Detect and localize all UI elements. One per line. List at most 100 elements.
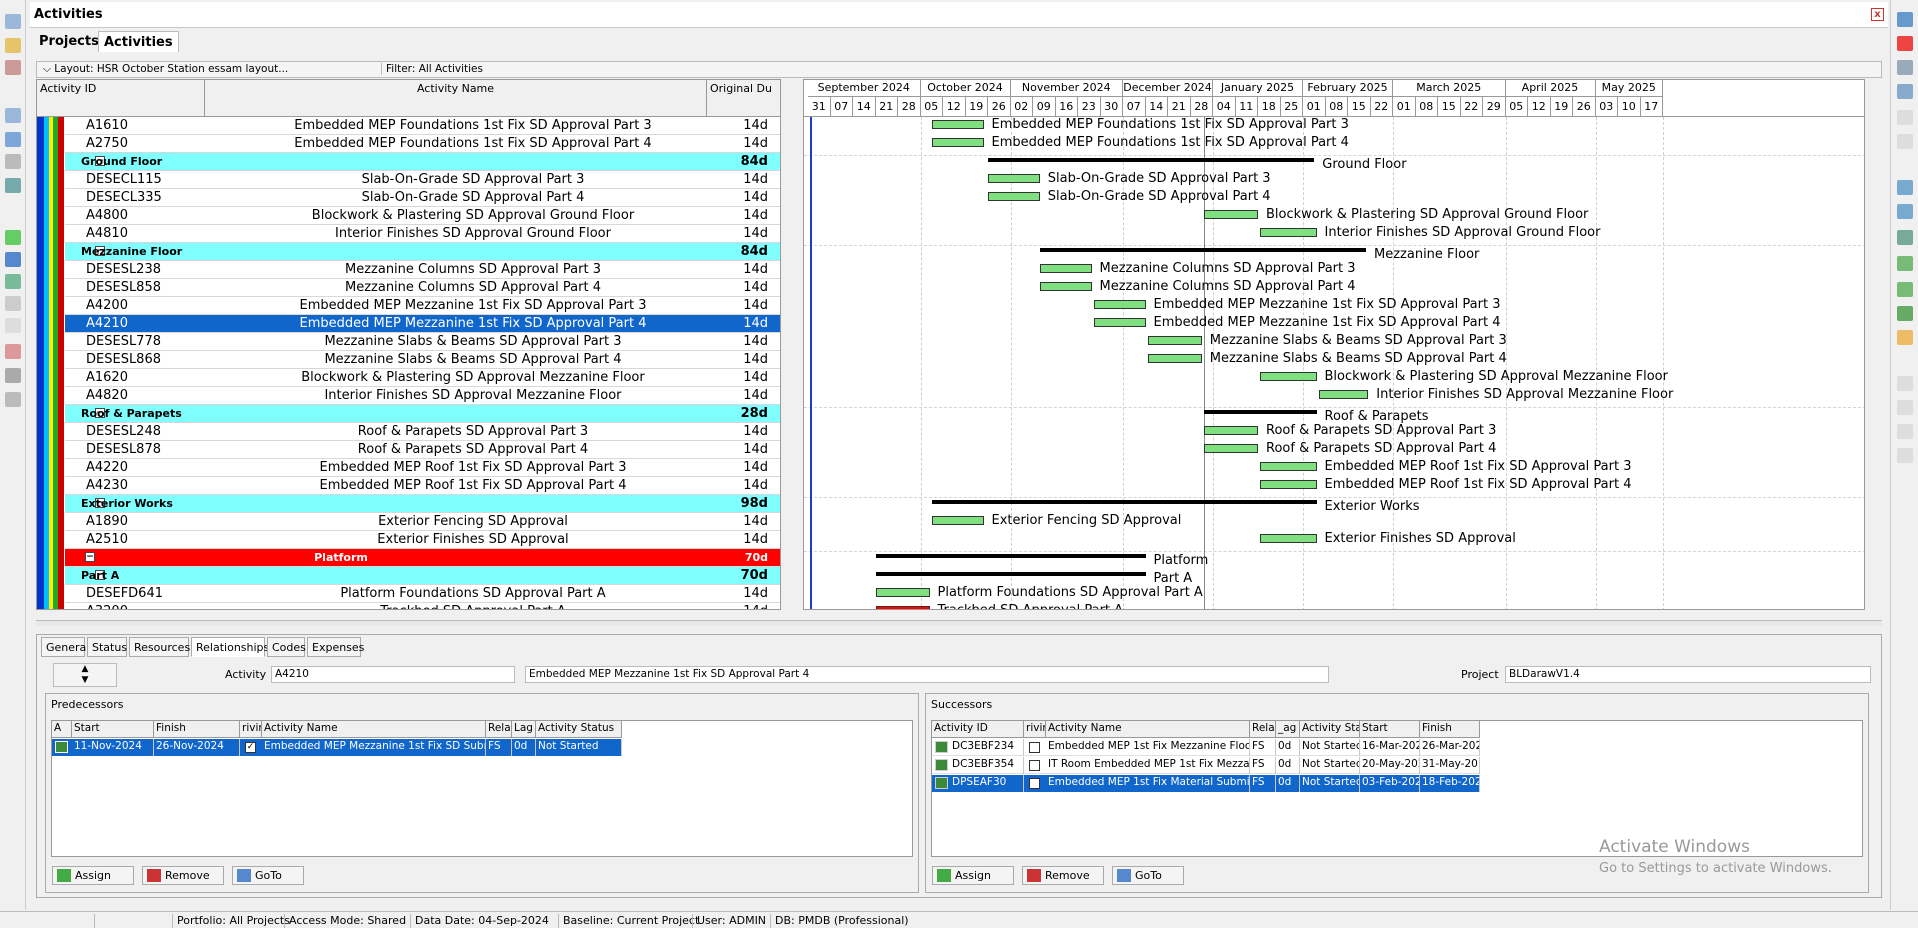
activity-bar[interactable] bbox=[1260, 372, 1317, 381]
table-row[interactable]: DESESL858 Mezzanine Columns SD Approval P… bbox=[65, 279, 780, 297]
activity-bar[interactable] bbox=[1260, 534, 1317, 543]
table-row[interactable]: A2510 Exterior Finishes SD Approval 14d bbox=[65, 531, 780, 549]
activity-bar[interactable] bbox=[1204, 426, 1258, 435]
table-row[interactable]: DESECL335 Slab-On-Grade SD Approval Part … bbox=[65, 189, 780, 207]
thresholds-icon[interactable] bbox=[5, 368, 21, 383]
record-navigator[interactable]: ▲ ▼ bbox=[53, 663, 117, 687]
copy-icon[interactable] bbox=[1897, 84, 1913, 99]
assignments-icon[interactable] bbox=[5, 274, 21, 289]
table-row[interactable]: A4220 Embedded MEP Roof 1st Fix SD Approv… bbox=[65, 459, 780, 477]
issues-icon[interactable] bbox=[5, 344, 21, 359]
activity-id-field[interactable]: A4210 bbox=[271, 666, 515, 683]
table-row[interactable]: A4800 Blockwork & Plastering SD Approval … bbox=[65, 207, 780, 225]
goto-successor-button[interactable]: GoTo bbox=[1112, 866, 1184, 885]
table-row[interactable]: A4210 Embedded MEP Mezzanine 1st Fix SD A… bbox=[65, 315, 780, 333]
wps-icon[interactable] bbox=[5, 296, 21, 311]
tracking-icon[interactable] bbox=[5, 154, 21, 169]
table-row[interactable]: DESESL868 Mezzanine Slabs & Beams SD Appr… bbox=[65, 351, 780, 369]
column-header-activity-id[interactable]: Activity ID bbox=[37, 80, 205, 117]
wbs-group-row[interactable]: − Mezzanine Floor 84d bbox=[65, 243, 780, 261]
table-row[interactable]: DESESL248 Roof & Parapets SD Approval Par… bbox=[65, 423, 780, 441]
notebook-icon[interactable] bbox=[1897, 330, 1913, 345]
remove-successor-button[interactable]: Remove bbox=[1022, 866, 1104, 885]
driving-checkbox[interactable] bbox=[1029, 778, 1040, 789]
table-row[interactable]: A1620 Blockwork & Plastering SD Approval … bbox=[65, 369, 780, 387]
successor-column-header[interactable]: rivin bbox=[1024, 721, 1046, 738]
table-row[interactable]: A1890 Exterior Fencing SD Approval 14d bbox=[65, 513, 780, 531]
driving-checkbox[interactable] bbox=[1029, 742, 1040, 753]
predecessor-column-header[interactable]: Activity Name bbox=[262, 721, 486, 738]
activity-bar[interactable] bbox=[1204, 444, 1258, 453]
tab-expenses[interactable]: Expenses bbox=[307, 637, 364, 657]
move-up-icon[interactable] bbox=[1897, 376, 1913, 391]
summary-bar[interactable] bbox=[1039, 248, 1366, 252]
table-row[interactable]: A4200 Embedded MEP Mezzanine 1st Fix SD A… bbox=[65, 297, 780, 315]
assign-step-icon[interactable] bbox=[1897, 282, 1913, 297]
predecessor-column-header[interactable]: Rela bbox=[486, 721, 512, 738]
successor-column-header[interactable]: Start bbox=[1360, 721, 1420, 738]
successor-column-header[interactable]: Activity Sta bbox=[1300, 721, 1360, 738]
activity-bar[interactable] bbox=[1147, 354, 1202, 363]
close-icon[interactable]: x bbox=[1871, 8, 1884, 21]
activities-icon[interactable] bbox=[5, 230, 21, 245]
table-row[interactable]: A4230 Embedded MEP Roof 1st Fix SD Approv… bbox=[65, 477, 780, 495]
summary-bar[interactable] bbox=[931, 500, 1317, 504]
summary-bar[interactable] bbox=[875, 554, 1146, 558]
activity-bar[interactable] bbox=[1039, 264, 1092, 273]
wbs-group-row[interactable]: − Exterior Works 98d bbox=[65, 495, 780, 513]
successor-column-header[interactable]: Activity ID bbox=[932, 721, 1024, 738]
activity-bar[interactable] bbox=[988, 192, 1040, 201]
risks-icon[interactable] bbox=[5, 392, 21, 407]
folder-icon[interactable] bbox=[5, 38, 21, 53]
assign-successor-button[interactable]: Assign bbox=[932, 866, 1014, 885]
driving-checkbox[interactable] bbox=[1029, 760, 1040, 771]
activity-bar[interactable] bbox=[1039, 282, 1092, 291]
wbs-group-row[interactable]: − Part A 70d bbox=[65, 567, 780, 585]
activity-bar[interactable] bbox=[1260, 462, 1317, 471]
cut-icon[interactable] bbox=[1897, 60, 1913, 75]
wbs-group-row[interactable]: − Roof & Parapets 28d bbox=[65, 405, 780, 423]
link-icon[interactable] bbox=[1897, 256, 1913, 271]
assign-role-icon[interactable] bbox=[1897, 204, 1913, 219]
successor-column-header[interactable]: Rela bbox=[1250, 721, 1276, 738]
gantt-body[interactable]: Embedded MEP Foundations 1st Fix SD Appr… bbox=[804, 117, 1864, 609]
tab-relationships[interactable]: Relationships bbox=[191, 637, 269, 657]
table-row[interactable]: DESECL115 Slab-On-Grade SD Approval Part … bbox=[65, 171, 780, 189]
tab-general[interactable]: General bbox=[41, 637, 89, 657]
chevron-down-icon[interactable]: ⌵ bbox=[43, 63, 54, 75]
undo-icon[interactable] bbox=[1897, 134, 1913, 149]
remove-predecessor-button[interactable]: Remove bbox=[142, 866, 224, 885]
activity-bar[interactable] bbox=[931, 120, 984, 129]
wbs-group-row[interactable]: − Ground Floor 84d bbox=[65, 153, 780, 171]
activity-bar[interactable] bbox=[1093, 318, 1146, 327]
predecessor-column-header[interactable]: Lag bbox=[512, 721, 536, 738]
assign-predecessor-button[interactable]: Assign bbox=[52, 866, 134, 885]
table-row[interactable]: A3200Trackbed SD Approval Part A14d bbox=[65, 603, 780, 609]
activity-bar[interactable] bbox=[931, 516, 984, 525]
projects-icon[interactable] bbox=[5, 108, 21, 123]
predecessor-column-header[interactable]: rivin bbox=[240, 721, 262, 738]
project-field[interactable]: BLDarawV1.4 bbox=[1505, 666, 1871, 683]
assign-pred-icon[interactable] bbox=[1897, 306, 1913, 321]
successor-column-header[interactable]: Activity Name bbox=[1046, 721, 1250, 738]
indent-right-icon[interactable] bbox=[1897, 448, 1913, 463]
table-row[interactable]: A2750 Embedded MEP Foundations 1st Fix SD… bbox=[65, 135, 780, 153]
activity-bar[interactable] bbox=[1147, 336, 1202, 345]
summary-bar[interactable] bbox=[988, 158, 1315, 162]
open-icon[interactable] bbox=[5, 14, 21, 29]
table-row[interactable]: A4820 Interior Finishes SD Approval Mezza… bbox=[65, 387, 780, 405]
critical-activity-bar[interactable] bbox=[875, 606, 930, 609]
resources-icon[interactable] bbox=[5, 132, 21, 147]
driving-checkbox[interactable]: ✓ bbox=[245, 742, 256, 753]
table-row[interactable]: DESESL878 Roof & Parapets SD Approval Par… bbox=[65, 441, 780, 459]
predecessor-column-header[interactable]: A bbox=[52, 721, 72, 738]
report-icon[interactable] bbox=[5, 60, 21, 75]
indent-left-icon[interactable] bbox=[1897, 424, 1913, 439]
activity-bar[interactable] bbox=[1093, 300, 1146, 309]
tab-activities[interactable]: Activities bbox=[98, 31, 179, 52]
activity-bar[interactable] bbox=[988, 174, 1040, 183]
move-down-icon[interactable] bbox=[1897, 400, 1913, 415]
predecessor-column-header[interactable]: Activity Status bbox=[536, 721, 622, 738]
delete-icon[interactable] bbox=[1897, 36, 1913, 51]
tab-resources[interactable]: Resources bbox=[129, 637, 190, 657]
